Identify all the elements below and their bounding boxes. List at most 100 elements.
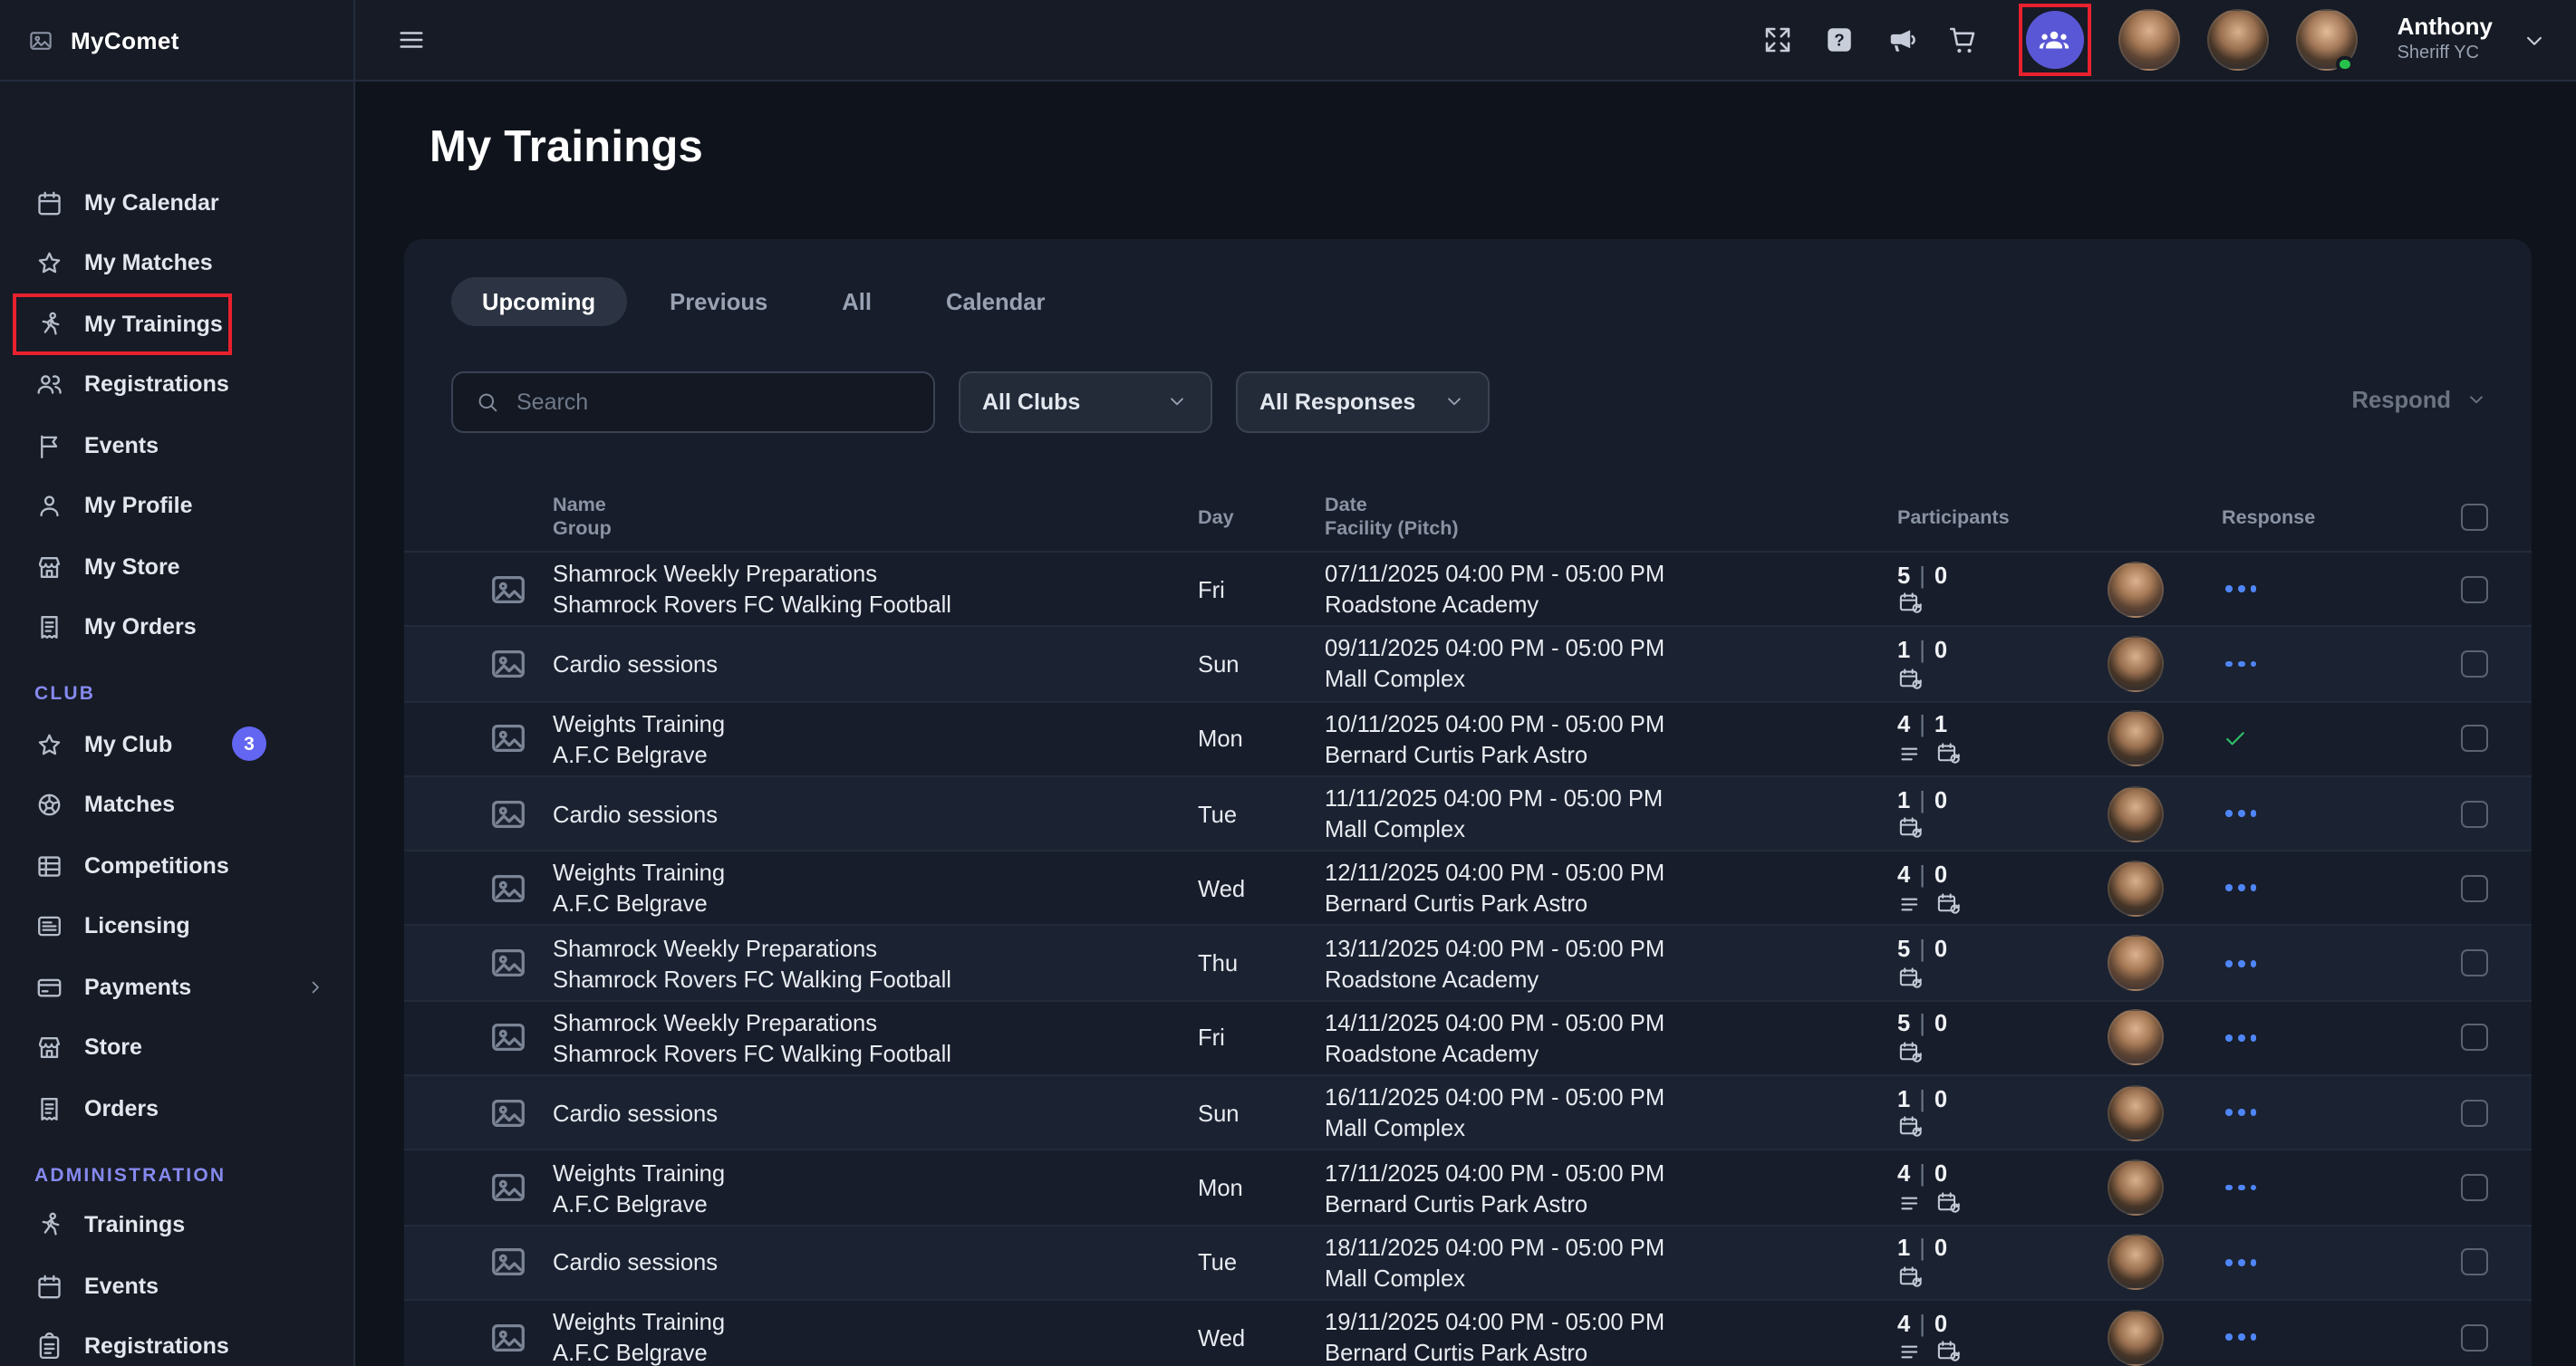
search-input[interactable] [516, 390, 912, 415]
tab-calendar[interactable]: Calendar [915, 276, 1076, 325]
row-checkbox[interactable] [2461, 1024, 2488, 1052]
sidebar-item-trainings[interactable]: Trainings [0, 1195, 353, 1255]
calendar-sync-icon[interactable] [1934, 890, 1961, 917]
cart-button[interactable] [1946, 23, 1981, 57]
calendar-sync-icon[interactable] [1897, 966, 1924, 992]
announcements-button[interactable] [1885, 23, 1919, 57]
response-menu-button[interactable] [2222, 1027, 2261, 1049]
avatar[interactable] [2207, 9, 2269, 71]
row-checkbox[interactable] [2461, 1099, 2488, 1126]
training-row[interactable]: Cardio sessionsSun16/11/2025 04:00 PM - … [404, 1074, 2531, 1150]
user-menu[interactable]: Anthony Sheriff YC [2398, 15, 2493, 65]
calendar-sync-icon[interactable] [1897, 1115, 1924, 1141]
training-row[interactable]: Weights TrainingA.F.C BelgraveWed19/11/2… [404, 1299, 2531, 1366]
participant-avatar[interactable] [2108, 861, 2164, 917]
tab-previous[interactable]: Previous [639, 276, 798, 325]
sidebar-item-licensing[interactable]: Licensing [0, 896, 353, 957]
sidebar-item-events[interactable]: Events [0, 415, 353, 476]
clubs-filter-select[interactable]: All Clubs [959, 370, 1212, 433]
responses-filter-select[interactable]: All Responses [1236, 370, 1490, 433]
response-menu-button[interactable] [2222, 1252, 2261, 1274]
training-row[interactable]: Shamrock Weekly PreparationsShamrock Rov… [404, 1000, 2531, 1075]
calendar-sync-icon[interactable] [1897, 816, 1924, 842]
response-menu-button[interactable] [2222, 1102, 2261, 1124]
sidebar-item-my-trainings[interactable]: My Trainings [0, 293, 353, 354]
row-checkbox[interactable] [2461, 1323, 2488, 1351]
participant-avatar[interactable] [2108, 561, 2164, 617]
logo-image-icon [27, 26, 54, 53]
sidebar-item-orders[interactable]: Orders [0, 1078, 353, 1139]
response-menu-button[interactable] [2222, 579, 2261, 601]
sidebar-item-my-matches[interactable]: My Matches [0, 233, 353, 293]
participant-avatar[interactable] [2108, 1235, 2164, 1291]
avatar[interactable] [2118, 9, 2180, 71]
training-row[interactable]: Shamrock Weekly PreparationsShamrock Rov… [404, 925, 2531, 1000]
help-button[interactable]: ? [1823, 23, 1857, 57]
attendance-list-icon[interactable] [1897, 1190, 1924, 1217]
response-menu-button[interactable] [2222, 1177, 2261, 1198]
participant-avatar[interactable] [2108, 785, 2164, 842]
row-checkbox[interactable] [2461, 650, 2488, 678]
tab-all[interactable]: All [811, 276, 902, 325]
participant-avatar[interactable] [2108, 1010, 2164, 1066]
participant-avatar[interactable] [2108, 1309, 2164, 1365]
row-checkbox[interactable] [2461, 575, 2488, 602]
training-row[interactable]: Cardio sessionsSun09/11/2025 04:00 PM - … [404, 626, 2531, 701]
calendar-sync-icon[interactable] [1897, 592, 1924, 618]
respond-button[interactable]: Respond [2352, 385, 2488, 412]
participant-avatar[interactable] [2108, 710, 2164, 766]
participants-count: 1|0 [1897, 784, 2108, 814]
sidebar-item-matches[interactable]: Matches [0, 774, 353, 835]
response-menu-button[interactable] [2222, 952, 2261, 974]
sidebar-item-registrations[interactable]: Registrations [0, 1316, 353, 1366]
calendar-sync-icon[interactable] [1934, 1190, 1961, 1217]
sidebar-item-my-calendar[interactable]: My Calendar [0, 172, 353, 233]
sidebar-item-store[interactable]: Store [0, 1017, 353, 1078]
sidebar-item-my-store[interactable]: My Store [0, 536, 353, 597]
sidebar-item-payments[interactable]: Payments [0, 957, 353, 1017]
calendar-sync-icon[interactable] [1897, 1265, 1924, 1291]
calendar-sync-icon[interactable] [1934, 741, 1961, 767]
training-row[interactable]: Cardio sessionsTue18/11/2025 04:00 PM - … [404, 1224, 2531, 1299]
brand[interactable]: MyComet [0, 0, 355, 80]
row-checkbox[interactable] [2461, 725, 2488, 752]
sidebar-item-competitions[interactable]: Competitions [0, 835, 353, 896]
response-menu-button[interactable] [2222, 878, 2261, 899]
sidebar-item-my-club[interactable]: My Club3 [0, 714, 353, 774]
participant-avatar[interactable] [2108, 935, 2164, 991]
chevron-down-icon[interactable] [2520, 26, 2547, 53]
calendar-sync-icon[interactable] [1897, 666, 1924, 692]
row-checkbox[interactable] [2461, 800, 2488, 827]
training-row[interactable]: Weights TrainingA.F.C BelgraveMon10/11/2… [404, 700, 2531, 775]
response-menu-button[interactable] [2222, 653, 2261, 675]
attendance-list-icon[interactable] [1897, 741, 1924, 767]
training-row[interactable]: Weights TrainingA.F.C BelgraveWed12/11/2… [404, 850, 2531, 925]
training-row[interactable]: Cardio sessionsTue11/11/2025 04:00 PM - … [404, 775, 2531, 851]
search-box[interactable] [451, 370, 935, 433]
participant-avatar[interactable] [2108, 1159, 2164, 1216]
sidebar-item-events[interactable]: Events [0, 1255, 353, 1316]
fullscreen-button[interactable] [1761, 23, 1796, 57]
sidebar-item-my-orders[interactable]: My Orders [0, 597, 353, 658]
calendar-sync-icon[interactable] [1934, 1340, 1961, 1366]
participant-avatar[interactable] [2108, 1084, 2164, 1140]
tab-upcoming[interactable]: Upcoming [451, 276, 626, 325]
sidebar-item-registrations[interactable]: Registrations [0, 354, 353, 415]
avatar[interactable] [2296, 9, 2358, 71]
menu-toggle-button[interactable] [393, 23, 428, 57]
training-row[interactable]: Weights TrainingA.F.C BelgraveMon17/11/2… [404, 1150, 2531, 1225]
row-checkbox[interactable] [2461, 1249, 2488, 1276]
attendance-list-icon[interactable] [1897, 890, 1924, 917]
groups-button[interactable] [2026, 11, 2084, 69]
row-checkbox[interactable] [2461, 875, 2488, 902]
participant-avatar[interactable] [2108, 636, 2164, 692]
sidebar-item-my-profile[interactable]: My Profile [0, 476, 353, 536]
attendance-list-icon[interactable] [1897, 1340, 1924, 1366]
response-menu-button[interactable] [2222, 1326, 2261, 1348]
response-menu-button[interactable] [2222, 803, 2261, 824]
row-checkbox[interactable] [2461, 949, 2488, 976]
row-checkbox[interactable] [2461, 1174, 2488, 1201]
calendar-sync-icon[interactable] [1897, 1040, 1924, 1066]
select-all-checkbox[interactable] [2461, 504, 2488, 531]
training-row[interactable]: Shamrock Weekly PreparationsShamrock Rov… [404, 551, 2531, 626]
